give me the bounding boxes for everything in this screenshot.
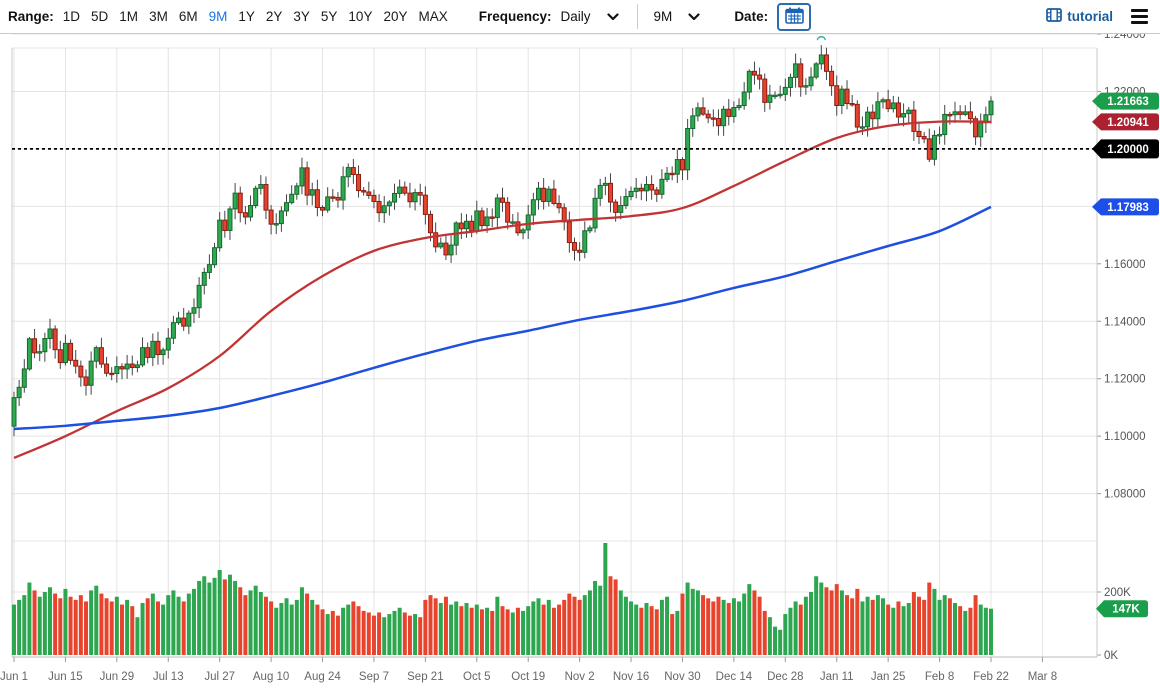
svg-text:Nov 30: Nov 30 [664,671,700,683]
svg-text:1.24000: 1.24000 [1104,34,1146,41]
svg-text:200K: 200K [1104,587,1131,599]
chevron-down-icon [607,13,619,21]
frequency-value: Daily [561,9,591,24]
range-option-1d[interactable]: 1D [63,9,80,24]
chart-svg[interactable]: Jun 1 Jun 15 Jun 29 Jul 13 Jul 27 Aug 10 Aug 2… [0,34,1160,697]
period-select[interactable]: 9M [654,9,701,24]
svg-text:1.16000: 1.16000 [1104,259,1146,271]
svg-text:Jun 15: Jun 15 [48,671,83,683]
price-tag-red-ma: 1.20941 [1092,113,1159,130]
range-option-1m[interactable]: 1M [119,9,138,24]
svg-text:Aug 24: Aug 24 [304,671,341,683]
price-tag-last-price: 1.21663 [1092,93,1159,110]
range-option-3m[interactable]: 3M [149,9,168,24]
price-tag-blue-ma: 1.17983 [1092,198,1159,215]
period-value: 9M [654,9,673,24]
svg-text:Oct 5: Oct 5 [463,671,490,683]
range-option-1y[interactable]: 1Y [238,9,255,24]
svg-text:147K: 147K [1112,604,1140,616]
ma-50-line [14,121,991,458]
chart-area[interactable]: Jun 1 Jun 15 Jun 29 Jul 13 Jul 27 Aug 10 Aug 2… [0,34,1160,697]
svg-text:1.08000: 1.08000 [1104,489,1146,501]
svg-text:Jun 1: Jun 1 [0,671,28,683]
svg-text:1.21663: 1.21663 [1107,96,1149,108]
svg-text:1.14000: 1.14000 [1104,316,1146,328]
range-option-5d[interactable]: 5D [91,9,108,24]
svg-text:Feb 22: Feb 22 [973,671,1009,683]
svg-text:1.10000: 1.10000 [1104,431,1146,443]
grid-layer [12,34,1097,657]
ma-200-line [14,207,991,429]
high-marker [817,37,825,40]
svg-text:Feb 8: Feb 8 [925,671,954,683]
svg-text:1.20000: 1.20000 [1107,144,1149,156]
svg-text:Jul 27: Jul 27 [204,671,235,683]
volume-series [12,543,993,655]
svg-text:Aug 10: Aug 10 [253,671,289,683]
menu-button[interactable] [1129,7,1150,26]
volume-tag: 147K [1096,600,1148,617]
toolbar: Range: 1D 5D 1M 3M 6M 9M 1Y 2Y 3Y 5Y 10Y 20Y MAX Fre… [0,0,1160,34]
svg-text:Oct 19: Oct 19 [511,671,545,683]
price-tag-reference: 1.20000 [1092,139,1159,158]
frequency-label: Frequency: [479,9,552,24]
range-option-max[interactable]: MAX [418,9,447,24]
svg-text:Jun 29: Jun 29 [100,671,135,683]
svg-text:Jan 11: Jan 11 [820,671,854,683]
tutorial-video-icon [1046,8,1062,25]
volume-axis-labels: 200K 0K [1097,587,1131,662]
range-option-6m[interactable]: 6M [179,9,198,24]
date-label: Date: [734,9,768,24]
range-option-10y[interactable]: 10Y [348,9,372,24]
svg-text:Dec 14: Dec 14 [716,671,753,683]
svg-text:1.20941: 1.20941 [1107,117,1149,129]
candlestick-series [12,45,993,436]
svg-text:0K: 0K [1104,650,1118,662]
range-option-5y[interactable]: 5Y [321,9,338,24]
x-axis-labels: Jun 1 Jun 15 Jun 29 Jul 13 Jul 27 Aug 10 Aug 2… [0,657,1057,683]
svg-text:Nov 2: Nov 2 [565,671,595,683]
svg-text:Dec 28: Dec 28 [767,671,803,683]
range-option-3y[interactable]: 3Y [293,9,310,24]
svg-text:Sep 7: Sep 7 [359,671,389,683]
svg-text:Jan 25: Jan 25 [871,671,906,683]
range-option-9m[interactable]: 9M [209,9,228,24]
date-picker-button[interactable] [777,3,811,31]
svg-text:1.17983: 1.17983 [1107,202,1149,214]
svg-text:Nov 16: Nov 16 [613,671,649,683]
range-label: Range: [8,9,54,24]
range-selector: 1D 5D 1M 3M 6M 9M 1Y 2Y 3Y 5Y 10Y 20Y MAX [63,9,459,24]
svg-text:Jul 13: Jul 13 [153,671,184,683]
svg-text:1.12000: 1.12000 [1104,374,1146,386]
toolbar-separator [637,4,638,29]
calendar-icon [785,7,804,27]
frequency-select[interactable]: Daily [561,9,619,24]
chevron-down-icon [688,13,700,21]
svg-text:Mar 8: Mar 8 [1028,671,1057,683]
tutorial-label: tutorial [1067,9,1113,24]
range-option-2y[interactable]: 2Y [266,9,283,24]
tutorial-link[interactable]: tutorial [1046,8,1113,25]
svg-text:Sep 21: Sep 21 [407,671,443,683]
range-option-20y[interactable]: 20Y [383,9,407,24]
